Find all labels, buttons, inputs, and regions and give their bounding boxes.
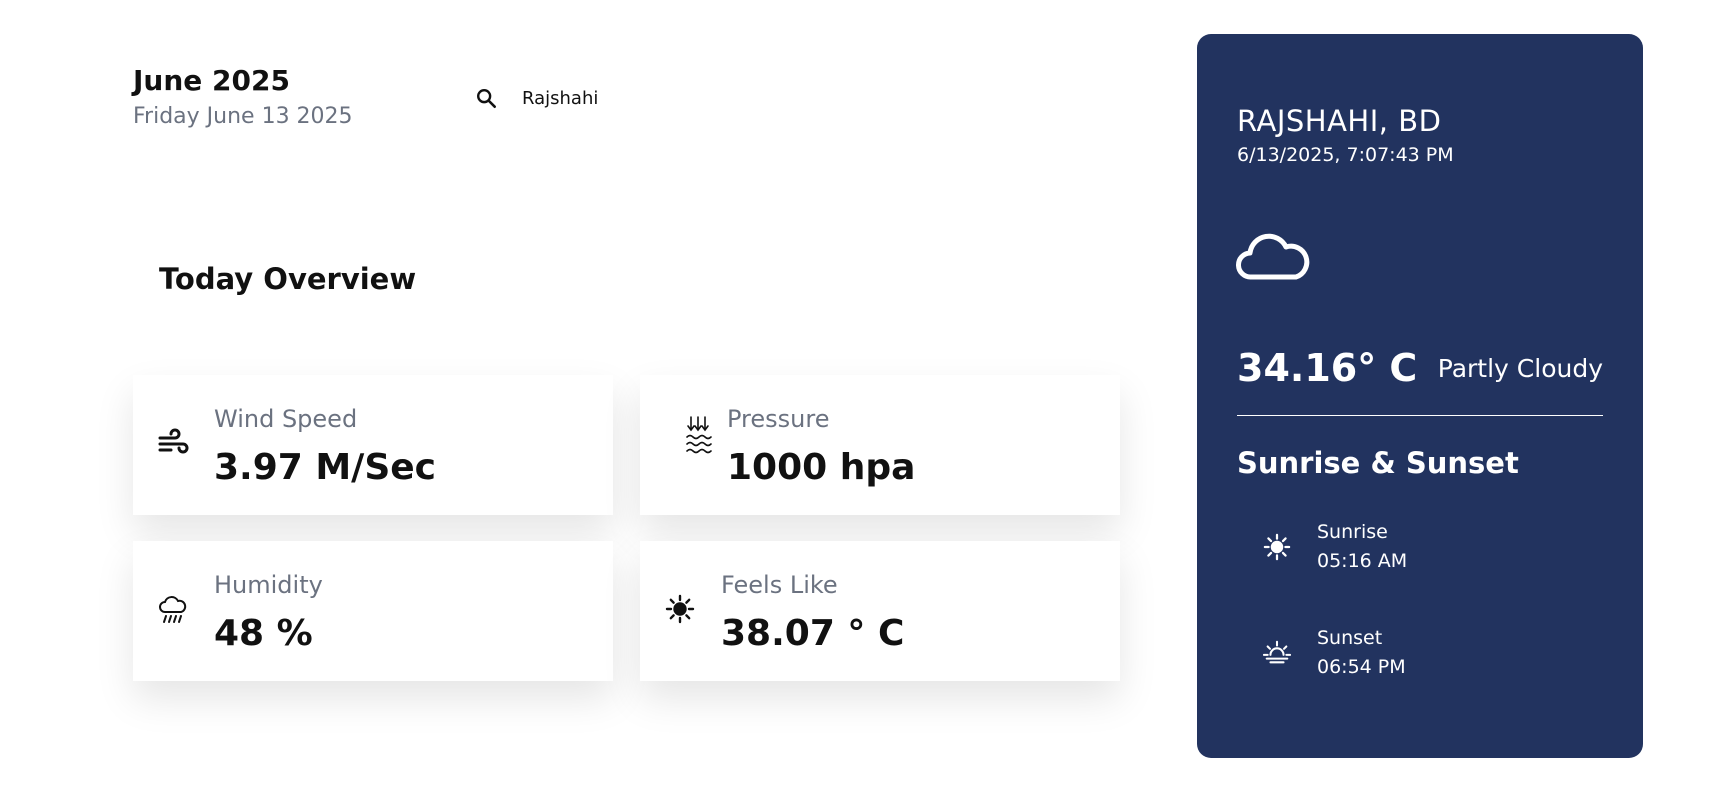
sunset-row: Sunset 06:54 PM [1262, 624, 1406, 682]
divider [1237, 415, 1603, 416]
date-header: June 2025 Friday June 13 2025 [133, 64, 353, 132]
feels-like-label: Feels Like [721, 571, 838, 599]
sunset-label: Sunset [1317, 627, 1383, 649]
feels-like-card: Feels Like 38.07 ° C [640, 541, 1120, 681]
cloud-icon [1235, 230, 1311, 286]
pressure-value: 1000 hpa [727, 447, 916, 488]
overview-title: Today Overview [159, 262, 417, 296]
month-title: June 2025 [133, 64, 290, 97]
search-icon[interactable] [472, 84, 500, 112]
wind-speed-label: Wind Speed [214, 405, 358, 433]
feels-like-value: 38.07 ° C [721, 613, 905, 654]
humidity-card: Humidity 48 % [133, 541, 613, 681]
full-date: Friday June 13 2025 [133, 104, 353, 129]
current-weather-panel: RAJSHAHI, BD 6/13/2025, 7:07:43 PM 34.16… [1197, 34, 1643, 758]
sunset-time: 06:54 PM [1317, 656, 1406, 678]
sunset-icon [1262, 638, 1292, 668]
rain-cloud-icon [155, 591, 191, 627]
wind-icon [155, 425, 191, 461]
pressure-icon [680, 416, 716, 455]
sun-icon [662, 591, 698, 627]
wind-speed-card: Wind Speed 3.97 M/Sec [133, 375, 613, 515]
pressure-label: Pressure [727, 405, 830, 433]
weather-condition: Partly Cloudy [1437, 354, 1603, 383]
city-search [472, 84, 722, 112]
sunrise-label: Sunrise [1317, 521, 1388, 543]
humidity-label: Humidity [214, 571, 323, 599]
local-datetime: 6/13/2025, 7:07:43 PM [1237, 144, 1454, 166]
search-input[interactable] [522, 87, 722, 109]
sunrise-time: 05:16 AM [1317, 550, 1408, 572]
city-name: RAJSHAHI, BD [1237, 104, 1442, 138]
pressure-card: Pressure 1000 hpa [640, 375, 1120, 515]
sunrise-sunset-title: Sunrise & Sunset [1237, 446, 1519, 480]
temperature: 34.16° C [1237, 346, 1418, 390]
humidity-value: 48 % [214, 613, 313, 654]
wind-speed-value: 3.97 M/Sec [214, 447, 437, 488]
sun-icon [1262, 532, 1292, 562]
sunrise-row: Sunrise 05:16 AM [1262, 518, 1407, 576]
